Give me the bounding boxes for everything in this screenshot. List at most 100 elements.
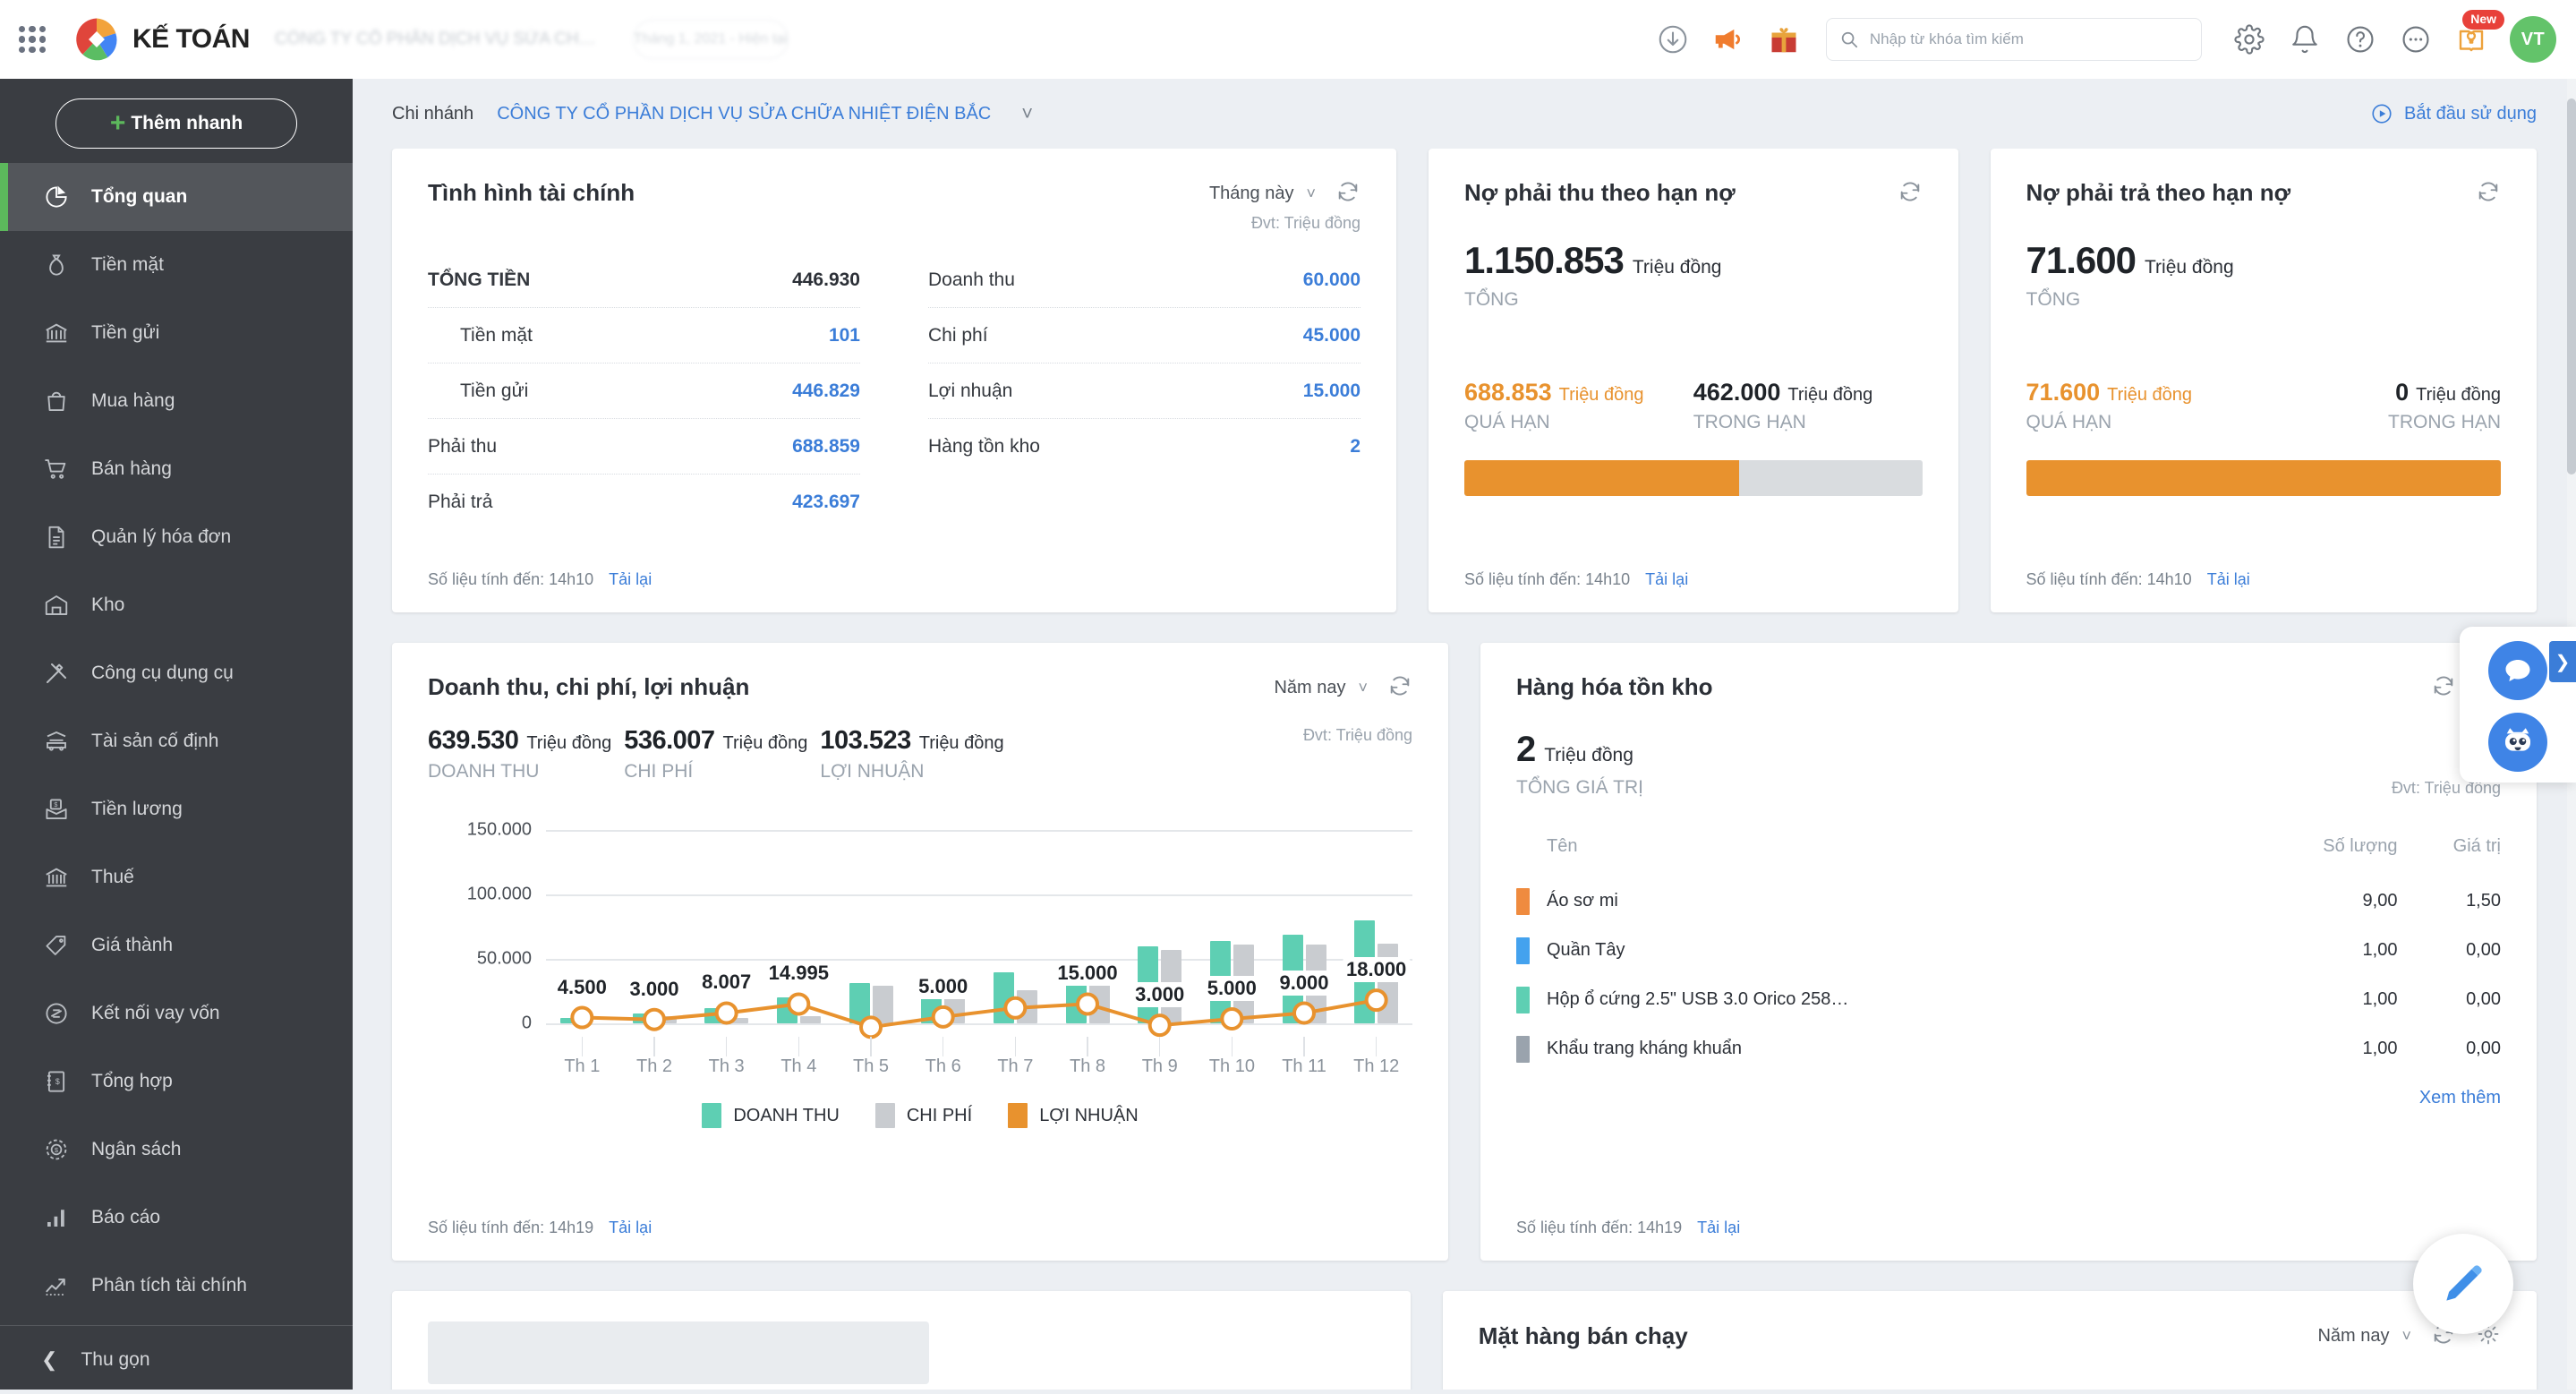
search-input[interactable] [1870, 30, 2188, 48]
bar-cost [728, 1018, 748, 1023]
sidebar-item-phan-tich-tai-chinh[interactable]: Phân tích tài chính [0, 1252, 353, 1320]
reload-link[interactable]: Tải lại [1697, 1219, 1740, 1236]
sidebar-item-ngan-sach[interactable]: $ Ngân sách [0, 1116, 353, 1184]
chevron-down-icon[interactable]: ˅ [1021, 102, 1033, 125]
bar-group[interactable] [835, 813, 908, 1037]
chat-bubble-icon[interactable] [2488, 641, 2547, 700]
current-value: 462.000 [1693, 379, 1781, 406]
reload-link[interactable]: Tải lại [2207, 570, 2250, 588]
total-value: 1.150.853 [1464, 239, 1624, 282]
legend-label: LỢI NHUẬN [1039, 1106, 1139, 1126]
start-using-button[interactable]: Bắt đầu sử dụng [2370, 102, 2537, 125]
legend-item[interactable]: CHI PHÍ [875, 1103, 972, 1128]
footer-timestamp: Số liệu tính đến: 14h10 [428, 570, 593, 588]
row-value[interactable]: 45.000 [1303, 325, 1361, 346]
period-selector[interactable]: Tháng này ˅ [1209, 184, 1316, 204]
period-selector[interactable]: Năm nay ˅ [2317, 1326, 2411, 1347]
sidebar-item-label: Mua hàng [91, 390, 175, 412]
app-grid-icon[interactable] [16, 23, 48, 56]
row-label: Hàng tồn kho [928, 436, 1040, 458]
see-more-link[interactable]: Xem thêm [2419, 1088, 2501, 1108]
bar-group[interactable] [1268, 813, 1341, 1037]
more-icon[interactable] [2388, 12, 2444, 67]
refresh-icon[interactable] [1898, 179, 1923, 209]
tickmark [1303, 1037, 1305, 1056]
profit-data-label: 5.000 [1204, 976, 1260, 1001]
row-value[interactable]: 101 [829, 325, 860, 346]
sidebar-item-tien-mat[interactable]: Tiền mặt [0, 231, 353, 299]
row-value[interactable]: 60.000 [1303, 269, 1361, 291]
reload-link[interactable]: Tải lại [1645, 570, 1688, 588]
table-row[interactable]: Khẩu trang kháng khuẩn1,000,00 [1516, 1024, 2501, 1073]
brand-logo[interactable]: KẾ TOÁN [72, 14, 250, 64]
side-panel-toggle[interactable]: ❯ [2549, 641, 2576, 682]
sidebar-item-tien-gui[interactable]: Tiền gửi [0, 299, 353, 367]
avatar[interactable]: VT [2510, 16, 2556, 63]
guide-book-icon[interactable]: New [2444, 12, 2499, 67]
sidebar-item-bao-cao[interactable]: Báo cáo [0, 1184, 353, 1252]
table-row[interactable]: Hộp ổ cứng 2.5" USB 3.0 Orico 258…1,000,… [1516, 975, 2501, 1024]
bar-group[interactable] [907, 813, 979, 1037]
row-value[interactable]: 2 [1350, 436, 1361, 458]
refresh-icon[interactable] [1387, 673, 1412, 703]
bar-revenue [777, 997, 798, 1023]
legend-item[interactable]: LỢI NHUẬN [1008, 1103, 1139, 1128]
help-icon[interactable] [2333, 12, 2388, 67]
bar-group[interactable] [763, 813, 835, 1037]
sidebar-item-quan-ly-hoa-don[interactable]: Quản lý hóa đơn [0, 503, 353, 571]
sidebar-item-ban-hang[interactable]: Bán hàng [0, 435, 353, 503]
bar-group[interactable] [690, 813, 763, 1037]
cell-qty: 1,00 [2236, 1024, 2397, 1073]
bar-group[interactable] [618, 813, 691, 1037]
sidebar-item-tien-luong[interactable]: $ Tiền lương [0, 775, 353, 843]
row-value[interactable]: 688.859 [792, 436, 860, 458]
money-bag-icon [41, 250, 72, 280]
quick-add-button[interactable]: + Thêm nhanh [55, 98, 297, 149]
reload-link[interactable]: Tải lại [609, 1219, 652, 1236]
megaphone-icon[interactable] [1701, 12, 1756, 67]
table-row[interactable]: Áo sơ mi9,001,50 [1516, 877, 2501, 926]
sidebar-item-cong-cu-dung-cu[interactable]: Công cụ dụng cụ [0, 639, 353, 707]
chart-bars [546, 813, 1412, 1037]
bell-icon[interactable] [2277, 12, 2333, 67]
sidebar-item-kho[interactable]: Kho [0, 571, 353, 639]
sidebar-item-ket-noi-vay-von[interactable]: Kết nối vay vốn [0, 979, 353, 1048]
reload-link[interactable]: Tải lại [609, 570, 652, 588]
compose-fab-button[interactable] [2413, 1234, 2513, 1334]
row-value[interactable]: 446.829 [792, 381, 860, 402]
period-selector[interactable]: Năm nay ˅ [1274, 678, 1368, 698]
search-box[interactable] [1826, 18, 2202, 61]
sidebar-item-tai-san-co-dinh[interactable]: Tài sản cố định [0, 707, 353, 775]
bar-group[interactable] [979, 813, 1052, 1037]
x-axis-label: Th 9 [1123, 1056, 1196, 1077]
bar-group[interactable] [1340, 813, 1412, 1037]
sidebar-item-thue[interactable]: Thuế [0, 843, 353, 911]
chatbot-mascot-icon[interactable] [2488, 713, 2547, 772]
header-period-pill[interactable]: Tháng 1, 2021 - Hiện tại [633, 20, 789, 59]
row-value[interactable]: 423.697 [792, 492, 860, 513]
refresh-icon[interactable] [2476, 179, 2501, 209]
legend-item[interactable]: DOANH THU [702, 1103, 840, 1128]
refresh-icon[interactable] [2431, 673, 2456, 703]
sidebar-nav: Tổng quan Tiền mặt Tiền gửi [0, 163, 353, 1394]
loan-link-icon [41, 998, 72, 1029]
bar-group[interactable] [1196, 813, 1268, 1037]
row-value[interactable]: 15.000 [1303, 381, 1361, 402]
bar-group[interactable] [1052, 813, 1124, 1037]
svg-text:$: $ [54, 800, 58, 808]
sidebar-item-tong-quan[interactable]: Tổng quan [0, 163, 353, 231]
bar-group[interactable] [546, 813, 618, 1037]
gear-icon[interactable] [2222, 12, 2277, 67]
price-tag-icon [41, 930, 72, 961]
sidebar-collapse-button[interactable]: ❮ Thu gọn [0, 1326, 353, 1394]
sidebar-item-mua-hang[interactable]: Mua hàng [0, 367, 353, 435]
chevron-down-icon: ˅ [1358, 679, 1368, 697]
refresh-icon[interactable] [1335, 179, 1361, 209]
table-row[interactable]: Quần Tây1,000,00 [1516, 926, 2501, 975]
page-scrollbar-thumb[interactable] [2567, 98, 2576, 475]
branch-selector[interactable]: CÔNG TY CỔ PHẦN DỊCH VỤ SỬA CHỮA NHIỆT Đ… [497, 104, 991, 124]
gift-icon[interactable] [1756, 12, 1812, 67]
sidebar-item-tong-hop[interactable]: $ Tổng hợp [0, 1048, 353, 1116]
download-icon[interactable] [1645, 12, 1701, 67]
sidebar-item-gia-thanh[interactable]: Giá thành [0, 911, 353, 979]
